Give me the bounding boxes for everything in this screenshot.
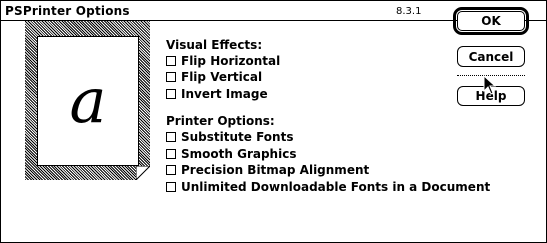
cancel-button[interactable]: Cancel <box>457 46 525 67</box>
substitute-fonts-checkbox[interactable] <box>166 132 176 142</box>
preview-letter: a <box>69 64 107 137</box>
ok-button[interactable]: OK <box>457 11 525 31</box>
precision-bitmap-alignment-option[interactable]: Precision Bitmap Alignment <box>166 163 369 177</box>
arrow-pointer-icon <box>483 75 497 95</box>
substitute-fonts-label[interactable]: Substitute Fonts <box>181 130 293 144</box>
flip-vertical-checkbox[interactable] <box>166 72 176 82</box>
unlimited-downloadable-fonts-label[interactable]: Unlimited Downloadable Fonts in a Docume… <box>181 180 490 194</box>
smooth-graphics-label[interactable]: Smooth Graphics <box>181 147 296 161</box>
page-dogear-icon <box>136 166 150 180</box>
printer-options-heading: Printer Options: <box>166 114 275 128</box>
ps-printer-options-dialog: PSPrinter Options 8.3.1 a Visual Effects… <box>0 0 547 243</box>
unlimited-downloadable-fonts-checkbox[interactable] <box>166 182 176 192</box>
smooth-graphics-option[interactable]: Smooth Graphics <box>166 147 296 161</box>
invert-image-label[interactable]: Invert Image <box>181 87 268 101</box>
precision-bitmap-alignment-label[interactable]: Precision Bitmap Alignment <box>181 163 369 177</box>
precision-bitmap-alignment-checkbox[interactable] <box>166 165 176 175</box>
flip-horizontal-option[interactable]: Flip Horizontal <box>166 54 280 68</box>
substitute-fonts-option[interactable]: Substitute Fonts <box>166 130 293 144</box>
visual-effects-heading: Visual Effects: <box>166 38 263 52</box>
page-preview: a <box>25 21 150 180</box>
flip-vertical-option[interactable]: Flip Vertical <box>166 70 262 84</box>
invert-image-option[interactable]: Invert Image <box>166 87 268 101</box>
flip-horizontal-checkbox[interactable] <box>166 56 176 66</box>
flip-horizontal-label[interactable]: Flip Horizontal <box>181 54 280 68</box>
version-label: 8.3.1 <box>396 6 422 17</box>
smooth-graphics-checkbox[interactable] <box>166 149 176 159</box>
invert-image-checkbox[interactable] <box>166 89 176 99</box>
preview-paper: a <box>37 36 139 166</box>
unlimited-downloadable-fonts-option[interactable]: Unlimited Downloadable Fonts in a Docume… <box>166 180 490 194</box>
flip-vertical-label[interactable]: Flip Vertical <box>181 70 262 84</box>
dialog-title: PSPrinter Options <box>5 4 130 18</box>
